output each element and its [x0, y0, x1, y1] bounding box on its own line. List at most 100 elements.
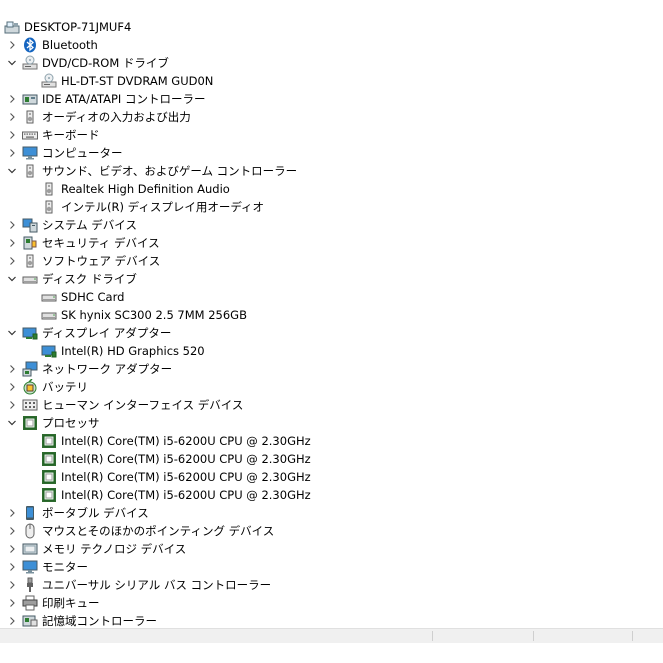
tree-item[interactable]: メモリ テクノロジ デバイス	[0, 540, 663, 558]
speaker-icon	[22, 253, 38, 269]
dvd-drive-icon	[22, 55, 38, 71]
tree-item[interactable]: キーボード	[0, 126, 663, 144]
tree-item[interactable]: Intel(R) Core(TM) i5-6200U CPU @ 2.30GHz	[0, 450, 663, 468]
tree-item[interactable]: SK hynix SC300 2.5 7MM 256GB	[0, 306, 663, 324]
tree-item[interactable]: プロセッサ	[0, 414, 663, 432]
chevron-right-icon[interactable]	[6, 522, 18, 540]
tree-item-label: モニター	[42, 560, 88, 574]
status-bar-separator	[632, 631, 633, 641]
chevron-right-icon[interactable]	[6, 90, 18, 108]
tree-item[interactable]: SDHC Card	[0, 288, 663, 306]
tree-item-label: SDHC Card	[61, 290, 125, 304]
status-bar-separator	[432, 631, 433, 641]
chevron-down-icon[interactable]	[6, 270, 18, 288]
mouse-icon	[22, 523, 38, 539]
tree-item-label: オーディオの入力および出力	[42, 110, 191, 124]
tree-item-label: マウスとそのほかのポインティング デバイス	[42, 524, 275, 538]
tree-item[interactable]: Intel(R) Core(TM) i5-6200U CPU @ 2.30GHz	[0, 486, 663, 504]
tree-item-label: DVD/CD-ROM ドライブ	[42, 56, 169, 70]
tree-item-label: セキュリティ デバイス	[42, 236, 160, 250]
memory-device-icon	[22, 541, 38, 557]
disk-drive-icon	[22, 271, 38, 287]
tree-item[interactable]: バッテリ	[0, 378, 663, 396]
tree-item[interactable]: Realtek High Definition Audio	[0, 180, 663, 198]
tree-item[interactable]: ディスク ドライブ	[0, 270, 663, 288]
chevron-right-icon[interactable]	[6, 144, 18, 162]
tree-item-label: 印刷キュー	[42, 596, 100, 610]
chevron-right-icon[interactable]	[6, 396, 18, 414]
tree-item[interactable]: DVD/CD-ROM ドライブ	[0, 54, 663, 72]
tree-item[interactable]: Intel(R) Core(TM) i5-6200U CPU @ 2.30GHz	[0, 468, 663, 486]
tree-item-label: SK hynix SC300 2.5 7MM 256GB	[61, 308, 247, 322]
chevron-down-icon[interactable]	[6, 162, 18, 180]
tree-item[interactable]: サウンド、ビデオ、およびゲーム コントローラー	[0, 162, 663, 180]
tree-item-label: Realtek High Definition Audio	[61, 182, 230, 196]
tree-item-label: HL-DT-ST DVDRAM GUD0N	[61, 74, 214, 88]
tree-item-label: Intel(R) Core(TM) i5-6200U CPU @ 2.30GHz	[61, 452, 311, 466]
processor-icon	[41, 451, 57, 467]
tree-item-label: ソフトウェア デバイス	[42, 254, 161, 268]
tree-item-label: Bluetooth	[42, 38, 98, 52]
tree-item[interactable]: ヒューマン インターフェイス デバイス	[0, 396, 663, 414]
tree-item-label: DESKTOP-71JMUF4	[24, 20, 132, 34]
chevron-right-icon[interactable]	[6, 576, 18, 594]
processor-icon	[41, 487, 57, 503]
chevron-right-icon[interactable]	[6, 36, 18, 54]
status-bar-separator	[533, 631, 534, 641]
tree-item[interactable]: セキュリティ デバイス	[0, 234, 663, 252]
tree-item-label: ヒューマン インターフェイス デバイス	[42, 398, 244, 412]
tree-item[interactable]: ディスプレイ アダプター	[0, 324, 663, 342]
chevron-down-icon[interactable]	[6, 324, 18, 342]
speaker-icon	[22, 163, 38, 179]
tree-item[interactable]: システム デバイス	[0, 216, 663, 234]
status-bar	[0, 628, 663, 643]
tree-item[interactable]: ポータブル デバイス	[0, 504, 663, 522]
chevron-right-icon[interactable]	[6, 594, 18, 612]
tree-item[interactable]: DESKTOP-71JMUF4	[0, 18, 663, 36]
monitor-icon	[22, 559, 38, 575]
tree-item-label: ポータブル デバイス	[42, 506, 149, 520]
tree-item[interactable]: HL-DT-ST DVDRAM GUD0N	[0, 72, 663, 90]
tree-item[interactable]: ネットワーク アダプター	[0, 360, 663, 378]
tree-item-label: システム デバイス	[42, 218, 137, 232]
tree-item[interactable]: マウスとそのほかのポインティング デバイス	[0, 522, 663, 540]
chevron-down-icon[interactable]	[6, 54, 18, 72]
chevron-down-icon[interactable]	[6, 414, 18, 432]
chevron-right-icon[interactable]	[6, 378, 18, 396]
chevron-right-icon[interactable]	[6, 504, 18, 522]
chevron-right-icon[interactable]	[6, 360, 18, 378]
chevron-right-icon[interactable]	[6, 108, 18, 126]
chevron-right-icon[interactable]	[6, 234, 18, 252]
processor-icon	[22, 415, 38, 431]
keyboard-icon	[22, 127, 38, 143]
speaker-icon	[41, 181, 57, 197]
speaker-icon	[22, 109, 38, 125]
tree-item[interactable]: IDE ATA/ATAPI コントローラー	[0, 90, 663, 108]
ide-controller-icon	[22, 91, 38, 107]
chevron-right-icon[interactable]	[6, 126, 18, 144]
tree-item[interactable]: Bluetooth	[0, 36, 663, 54]
tree-item-label: Intel(R) HD Graphics 520	[61, 344, 205, 358]
monitor-icon	[22, 145, 38, 161]
tree-item-label: コンピューター	[42, 146, 123, 160]
chevron-right-icon[interactable]	[6, 558, 18, 576]
dvd-drive-icon	[41, 73, 57, 89]
chevron-right-icon[interactable]	[6, 216, 18, 234]
chevron-right-icon[interactable]	[6, 540, 18, 558]
tree-item[interactable]: コンピューター	[0, 144, 663, 162]
tree-item[interactable]: ユニバーサル シリアル バス コントローラー	[0, 576, 663, 594]
network-adapter-icon	[22, 361, 38, 377]
tree-item[interactable]: 印刷キュー	[0, 594, 663, 612]
tree-item[interactable]: モニター	[0, 558, 663, 576]
tree-item[interactable]: オーディオの入力および出力	[0, 108, 663, 126]
tree-item[interactable]: Intel(R) HD Graphics 520	[0, 342, 663, 360]
tree-item[interactable]: ソフトウェア デバイス	[0, 252, 663, 270]
processor-icon	[41, 433, 57, 449]
tree-item[interactable]: Intel(R) Core(TM) i5-6200U CPU @ 2.30GHz	[0, 432, 663, 450]
tree-item[interactable]: インテル(R) ディスプレイ用オーディオ	[0, 198, 663, 216]
computer-root-icon	[4, 19, 20, 35]
chevron-right-icon[interactable]	[6, 252, 18, 270]
tree-item-label: キーボード	[42, 128, 100, 142]
tree-item-label: ディスク ドライブ	[42, 272, 137, 286]
tree-item-label: メモリ テクノロジ デバイス	[42, 542, 187, 556]
